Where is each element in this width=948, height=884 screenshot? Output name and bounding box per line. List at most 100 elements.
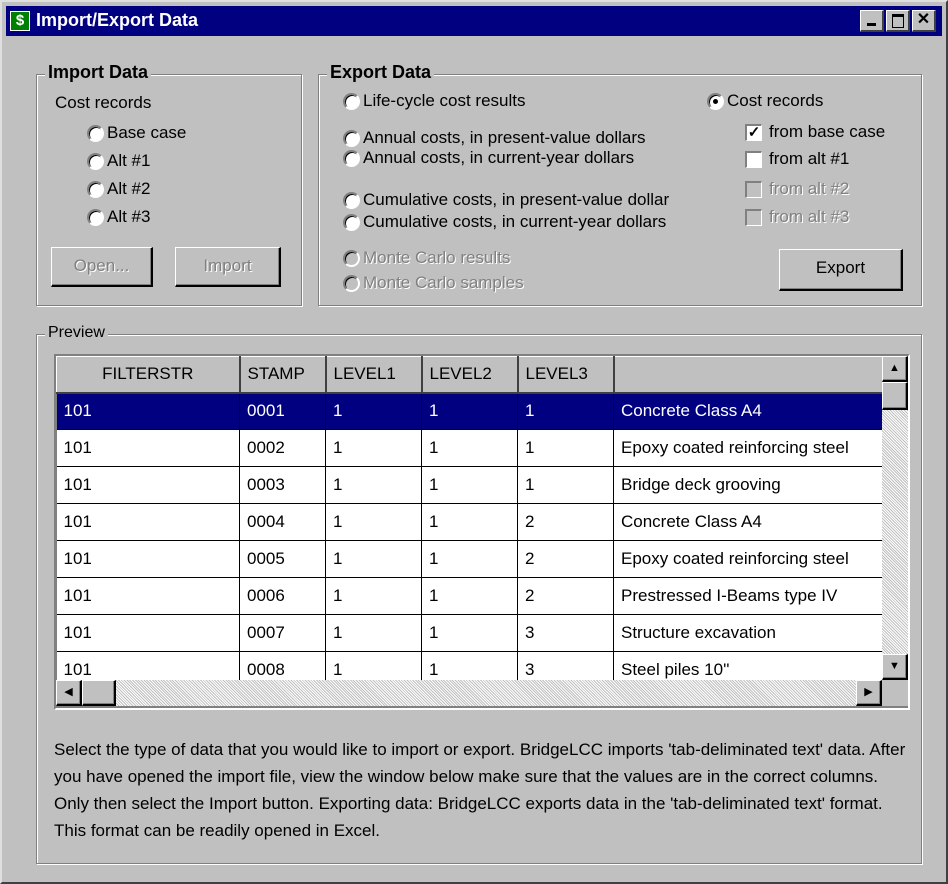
cell-filterstr[interactable]: 101 (56, 503, 240, 541)
radio-circle[interactable] (87, 153, 104, 170)
cell-level1[interactable]: 1 (325, 577, 422, 615)
cell-level3[interactable]: 2 (517, 540, 614, 578)
checkbox-box[interactable] (745, 181, 762, 198)
dollar-app-icon[interactable]: $ (10, 11, 30, 31)
table-row[interactable]: 101 0007 1 1 3 Structure excavation (56, 614, 883, 652)
cell-stamp[interactable]: 0007 (239, 614, 326, 652)
checkmark-icon[interactable]: ✓ (745, 124, 762, 141)
cell-description[interactable]: Concrete Class A4 (613, 392, 883, 430)
preview-grid[interactable]: FILTERSTR STAMP LEVEL1 LEVEL2 LEVEL3 101… (54, 354, 910, 710)
radio-circle[interactable] (87, 209, 104, 226)
column-header-level3[interactable]: LEVEL3 (517, 356, 615, 394)
import-export-window: $ Import/Export Data ✕ Import Data Cost … (0, 0, 948, 884)
cell-level3[interactable]: 3 (517, 614, 614, 652)
radio-circle[interactable] (343, 275, 360, 292)
cell-stamp[interactable]: 0006 (239, 577, 326, 615)
export-data-title: Export Data (327, 62, 435, 83)
minimize-button[interactable] (860, 10, 884, 32)
scroll-up-icon[interactable]: ▲ (882, 356, 908, 382)
column-header-filterstr[interactable]: FILTERSTR (56, 356, 241, 394)
horizontal-scrollbar[interactable]: ◀ ▶ (56, 680, 882, 706)
column-header-description[interactable] (613, 356, 884, 394)
checkbox-label: from alt #2 (769, 179, 850, 198)
cell-filterstr[interactable]: 101 (56, 466, 240, 504)
column-header-level1[interactable]: LEVEL1 (325, 356, 423, 394)
scroll-left-icon[interactable]: ◀ (56, 680, 82, 706)
radio-label: Monte Carlo results (363, 248, 511, 267)
table-row[interactable]: 101 0001 1 1 1 Concrete Class A4 (56, 392, 883, 430)
cell-description[interactable]: Epoxy coated reinforcing steel (613, 540, 883, 578)
cell-filterstr[interactable]: 101 (56, 429, 240, 467)
cell-level1[interactable]: 1 (325, 540, 422, 578)
scroll-down-icon[interactable]: ▼ (882, 654, 908, 680)
cell-stamp[interactable]: 0004 (239, 503, 326, 541)
cell-level1[interactable]: 1 (325, 466, 422, 504)
cell-level2[interactable]: 1 (421, 614, 518, 652)
table-row[interactable]: 101 0006 1 1 2 Prestressed I-Beams type … (56, 577, 883, 615)
cell-filterstr[interactable]: 101 (56, 614, 240, 652)
checkbox-label: from alt #1 (769, 149, 850, 168)
cell-level3[interactable]: 2 (517, 503, 614, 541)
cell-level3[interactable]: 1 (517, 466, 614, 504)
cell-filterstr[interactable]: 101 (56, 392, 240, 430)
cell-description[interactable]: Bridge deck grooving (613, 466, 883, 504)
vertical-scrollbar[interactable]: ▲ ▼ (882, 356, 908, 680)
cell-description[interactable]: Structure excavation (613, 614, 883, 652)
cell-level1[interactable]: 1 (325, 614, 422, 652)
radio-circle[interactable] (343, 93, 360, 110)
cell-level1[interactable]: 1 (325, 429, 422, 467)
title-bar[interactable]: $ Import/Export Data ✕ (6, 6, 942, 36)
radio-circle[interactable] (343, 250, 360, 267)
radio-circle[interactable] (707, 93, 724, 110)
open-button[interactable]: Open... (51, 247, 153, 287)
cell-level2[interactable]: 1 (421, 392, 518, 430)
cell-level2[interactable]: 1 (421, 429, 518, 467)
cell-level2[interactable]: 1 (421, 540, 518, 578)
cell-level2[interactable]: 1 (421, 503, 518, 541)
radio-circle[interactable] (343, 150, 360, 167)
radio-circle[interactable] (87, 125, 104, 142)
cell-level3[interactable]: 1 (517, 392, 614, 430)
radio-circle[interactable] (87, 181, 104, 198)
checkbox-box[interactable] (745, 151, 762, 168)
radio-label: Cost records (727, 91, 824, 110)
cell-level1[interactable]: 1 (325, 503, 422, 541)
cell-stamp[interactable]: 0002 (239, 429, 326, 467)
cell-stamp[interactable]: 0005 (239, 540, 326, 578)
cell-level2[interactable]: 1 (421, 466, 518, 504)
cell-level3[interactable]: 1 (517, 429, 614, 467)
maximize-button[interactable] (886, 10, 910, 32)
radio-circle[interactable] (343, 130, 360, 147)
close-button[interactable]: ✕ (912, 10, 936, 32)
cell-level1[interactable]: 1 (325, 392, 422, 430)
cell-stamp[interactable]: 0001 (239, 392, 326, 430)
scroll-right-icon[interactable]: ▶ (856, 680, 882, 706)
cell-level2[interactable]: 1 (421, 577, 518, 615)
radio-label: Base case (107, 123, 187, 142)
cell-level3[interactable]: 2 (517, 577, 614, 615)
column-header-level2[interactable]: LEVEL2 (421, 356, 519, 394)
radio-circle[interactable] (343, 192, 360, 209)
horizontal-scroll-thumb[interactable] (82, 680, 116, 706)
radio-label: Monte Carlo samples (363, 273, 524, 292)
export-button[interactable]: Export (779, 249, 903, 291)
radio-circle[interactable] (343, 214, 360, 231)
cell-filterstr[interactable]: 101 (56, 577, 240, 615)
cell-stamp[interactable]: 0003 (239, 466, 326, 504)
cell-filterstr[interactable]: 101 (56, 540, 240, 578)
cell-description[interactable]: Prestressed I-Beams type IV (613, 577, 883, 615)
table-row[interactable]: 101 0005 1 1 2 Epoxy coated reinforcing … (56, 540, 883, 578)
vertical-scroll-thumb[interactable] (882, 382, 908, 410)
radio-label: Cumulative costs, in current-year dollar… (363, 212, 667, 231)
cell-description[interactable]: Concrete Class A4 (613, 503, 883, 541)
table-row[interactable]: 101 0004 1 1 2 Concrete Class A4 (56, 503, 883, 541)
column-header-stamp[interactable]: STAMP (239, 356, 327, 394)
cell-description[interactable]: Epoxy coated reinforcing steel (613, 429, 883, 467)
import-data-group: Import Data Cost records Base case Alt #… (36, 62, 302, 306)
table-row[interactable]: 101 0003 1 1 1 Bridge deck grooving (56, 466, 883, 504)
import-button[interactable]: Import (175, 247, 281, 287)
checkbox-box[interactable] (745, 209, 762, 226)
table-row[interactable]: 101 0002 1 1 1 Epoxy coated reinforcing … (56, 429, 883, 467)
cost-records-label: Cost records (55, 93, 152, 112)
radio-label: Alt #3 (107, 207, 151, 226)
